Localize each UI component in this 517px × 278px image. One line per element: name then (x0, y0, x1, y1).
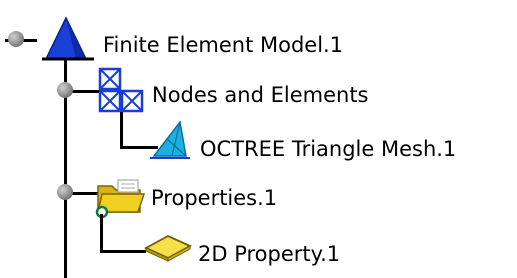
nodes-elements-label[interactable]: Nodes and Elements (152, 82, 369, 108)
property-branch-hline (100, 250, 146, 253)
mesh-branch-vline (120, 112, 123, 148)
2d-property-icon[interactable] (142, 232, 194, 264)
property-branch-vline (100, 214, 103, 252)
2d-property-label[interactable]: 2D Property.1 (198, 241, 340, 267)
root-node-label[interactable]: Finite Element Model.1 (103, 32, 343, 58)
nodes-elements-icon[interactable] (97, 66, 149, 116)
specification-tree: Finite Element Model.1 Nodes and Element… (0, 0, 517, 278)
triangle-mesh-label[interactable]: OCTREE Triangle Mesh.1 (200, 136, 456, 162)
properties-label[interactable]: Properties.1 (151, 185, 277, 211)
triangle-mesh-icon[interactable] (150, 118, 192, 162)
root-expand-knob[interactable] (8, 31, 24, 47)
properties-expand-knob[interactable] (57, 184, 73, 200)
nodes-elements-expand-knob[interactable] (57, 82, 73, 98)
fem-model-icon[interactable] (40, 14, 96, 62)
